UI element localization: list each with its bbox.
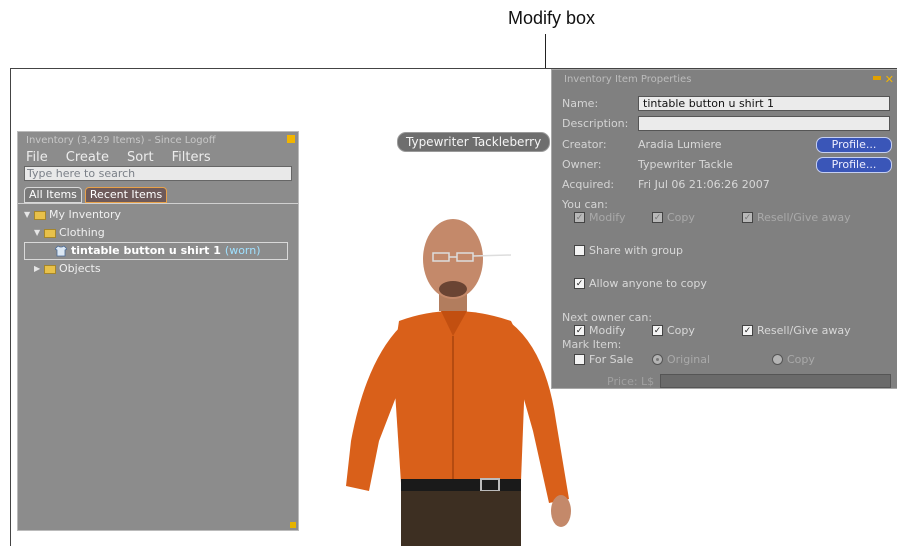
owner-profile-button[interactable]: Profile...: [816, 157, 892, 173]
tree-label: tintable button u shirt 1: [71, 244, 221, 257]
tree-label: My Inventory: [49, 208, 122, 221]
checkmark-icon: ✓: [742, 212, 753, 223]
acquired-label: Acquired:: [562, 178, 615, 191]
menu-create[interactable]: Create: [66, 150, 109, 165]
name-field[interactable]: tintable button u shirt 1: [638, 96, 890, 111]
close-icon[interactable]: ✕: [885, 73, 894, 86]
tab-recent-items[interactable]: Recent Items: [84, 187, 168, 203]
item-properties-window[interactable]: Inventory Item Properties ✕ Name: tintab…: [551, 69, 897, 389]
checkbox-icon: [574, 354, 585, 365]
next-owner-copy-checkbox[interactable]: ✓ Copy: [652, 324, 695, 337]
description-label: Description:: [562, 117, 629, 130]
world-view[interactable]: Inventory (3,429 Items) - Since Logoff F…: [10, 68, 897, 546]
clothing-folder-icon: [44, 228, 56, 238]
allow-anyone-copy-checkbox[interactable]: ✓ Allow anyone to copy: [574, 277, 707, 290]
you-can-modify-checkbox: ✓ Modify: [574, 211, 626, 224]
tree-item-shirt[interactable]: tintable button u shirt 1 (worn): [24, 242, 288, 260]
description-field[interactable]: [638, 116, 890, 131]
expand-arrow-icon[interactable]: ▼: [24, 206, 34, 224]
expand-arrow-icon[interactable]: ▼: [34, 224, 44, 242]
inventory-title: Inventory (3,429 Items) - Since Logoff: [26, 135, 216, 146]
sale-copy-radio: Copy: [772, 353, 815, 366]
tree-label: Objects: [59, 262, 101, 275]
menu-filters[interactable]: Filters: [172, 150, 211, 165]
folder-icon: [34, 210, 46, 220]
checkmark-icon: ✓: [652, 212, 663, 223]
owner-value: Typewriter Tackle: [638, 158, 733, 171]
objects-folder-icon: [44, 264, 56, 274]
tree-node-my-inventory[interactable]: ▼ My Inventory: [24, 206, 288, 224]
inventory-window[interactable]: Inventory (3,429 Items) - Since Logoff F…: [17, 131, 299, 531]
next-owner-modify-checkbox[interactable]: ✓ Modify: [574, 324, 625, 337]
creator-label: Creator:: [562, 138, 607, 151]
properties-title: Inventory Item Properties: [564, 74, 692, 85]
checkbox-icon: [574, 245, 585, 256]
checkmark-icon: ✓: [574, 212, 585, 223]
close-icon[interactable]: [287, 135, 295, 143]
sale-original-radio: Original: [652, 353, 710, 366]
creator-value: Aradia Lumiere: [638, 138, 722, 151]
creator-profile-button[interactable]: Profile...: [816, 137, 892, 153]
radio-icon: [652, 354, 663, 365]
minimize-icon[interactable]: [873, 76, 881, 80]
inventory-tabs: All Items Recent Items: [24, 187, 168, 203]
you-can-resell-checkbox: ✓ Resell/Give away: [742, 211, 851, 224]
tree-node-clothing[interactable]: ▼ Clothing: [24, 224, 288, 242]
you-can-copy-checkbox: ✓ Copy: [652, 211, 695, 224]
avatar-figure[interactable]: [321, 211, 581, 546]
price-field: [660, 374, 891, 388]
divider: [18, 203, 298, 204]
search-input[interactable]: Type here to search: [24, 166, 292, 181]
checkmark-icon: ✓: [574, 278, 585, 289]
resize-handle-icon[interactable]: [290, 522, 296, 528]
inventory-menu-bar: File Create Sort Filters: [26, 150, 211, 165]
tab-all-items[interactable]: All Items: [24, 187, 82, 203]
next-owner-resell-checkbox[interactable]: ✓ Resell/Give away: [742, 324, 851, 337]
next-owner-label: Next owner can:: [562, 311, 653, 324]
share-with-group-checkbox[interactable]: Share with group: [574, 244, 683, 257]
avatar-nametag: Typewriter Tackleberry: [397, 132, 551, 152]
name-label: Name:: [562, 97, 599, 110]
checkmark-icon: ✓: [652, 325, 663, 336]
mark-item-label: Mark Item:: [562, 338, 622, 351]
inventory-tree: ▼ My Inventory ▼ Clothing tintable butto…: [24, 206, 288, 278]
for-sale-checkbox[interactable]: For Sale: [574, 353, 633, 366]
checkmark-icon: ✓: [742, 325, 753, 336]
worn-status: (worn): [224, 244, 261, 257]
acquired-value: Fri Jul 06 21:06:26 2007: [638, 178, 770, 191]
expand-arrow-icon[interactable]: ▶: [34, 260, 44, 278]
owner-label: Owner:: [562, 158, 602, 171]
you-can-label: You can:: [562, 198, 608, 211]
price-label: Price: L$: [607, 375, 655, 388]
callout-label: Modify box: [508, 8, 596, 28]
tree-node-objects[interactable]: ▶ Objects: [24, 260, 288, 278]
menu-sort[interactable]: Sort: [127, 150, 154, 165]
radio-icon: [772, 354, 783, 365]
checkmark-icon: ✓: [574, 325, 585, 336]
tree-label: Clothing: [59, 226, 105, 239]
menu-file[interactable]: File: [26, 150, 48, 165]
shirt-icon: [55, 245, 67, 257]
